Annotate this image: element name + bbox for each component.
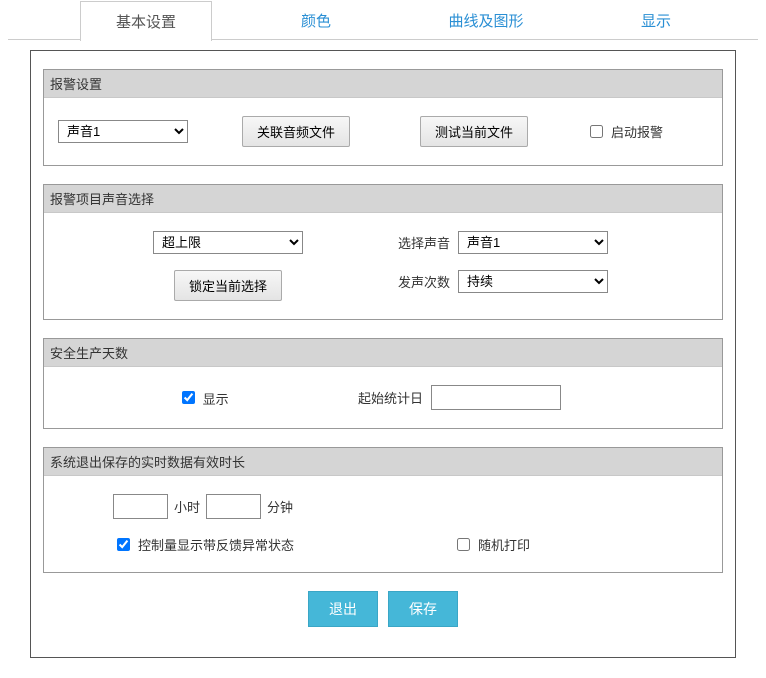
alarm-type-select[interactable]: 超上限 [153,231,303,254]
hours-input[interactable] [113,494,168,519]
group-alarm-settings: 报警设置 声音1 关联音频文件 测试当前文件 [43,69,723,166]
link-audio-button[interactable]: 关联音频文件 [242,116,350,147]
sound-count-label: 发声次数 [398,272,450,291]
group-safe-days-title: 安全生产天数 [44,339,722,367]
minutes-label: 分钟 [267,497,293,516]
feedback-abnormal-label: 控制量显示带反馈异常状态 [138,535,294,554]
tab-bar: 基本设置 颜色 曲线及图形 显示 [80,0,766,40]
alarm-sound-select[interactable]: 声音1 [58,120,188,143]
random-print-checkbox[interactable] [457,538,470,551]
group-alarm-item-sound: 报警项目声音选择 超上限 锁定当前选择 选择声音 声音1 [43,184,723,320]
random-print-label: 随机打印 [478,535,530,554]
enable-alarm-checkbox[interactable] [590,125,603,138]
minutes-input[interactable] [206,494,261,519]
lock-current-selection-button[interactable]: 锁定当前选择 [174,270,282,301]
sound-count-select[interactable]: 持续 [458,270,608,293]
hours-label: 小时 [174,497,200,516]
group-realtime-title: 系统退出保存的实时数据有效时长 [44,448,722,476]
show-safe-days-label: 显示 [203,392,229,407]
show-safe-days-checkbox[interactable] [182,391,195,404]
select-sound-label: 选择声音 [398,233,450,252]
select-sound-select[interactable]: 声音1 [458,231,608,254]
start-date-label: 起始统计日 [358,388,423,407]
feedback-abnormal-checkbox[interactable] [117,538,130,551]
group-realtime-duration: 系统退出保存的实时数据有效时长 小时 分钟 控制量显示带反馈异常状态 随机打印 [43,447,723,573]
tab-color[interactable]: 颜色 [250,0,382,40]
test-current-file-button[interactable]: 测试当前文件 [420,116,528,147]
group-alarm-item-title: 报警项目声音选择 [44,185,722,213]
group-alarm-title: 报警设置 [44,70,722,98]
start-date-input[interactable] [431,385,561,410]
tab-curve-graphics[interactable]: 曲线及图形 [420,0,552,40]
enable-alarm-label: 启动报警 [611,122,663,141]
settings-panel: 报警设置 声音1 关联音频文件 测试当前文件 [30,50,736,658]
tab-display[interactable]: 显示 [590,0,722,40]
tab-basic-settings[interactable]: 基本设置 [80,1,212,41]
group-safe-days: 安全生产天数 显示 起始统计日 [43,338,723,429]
